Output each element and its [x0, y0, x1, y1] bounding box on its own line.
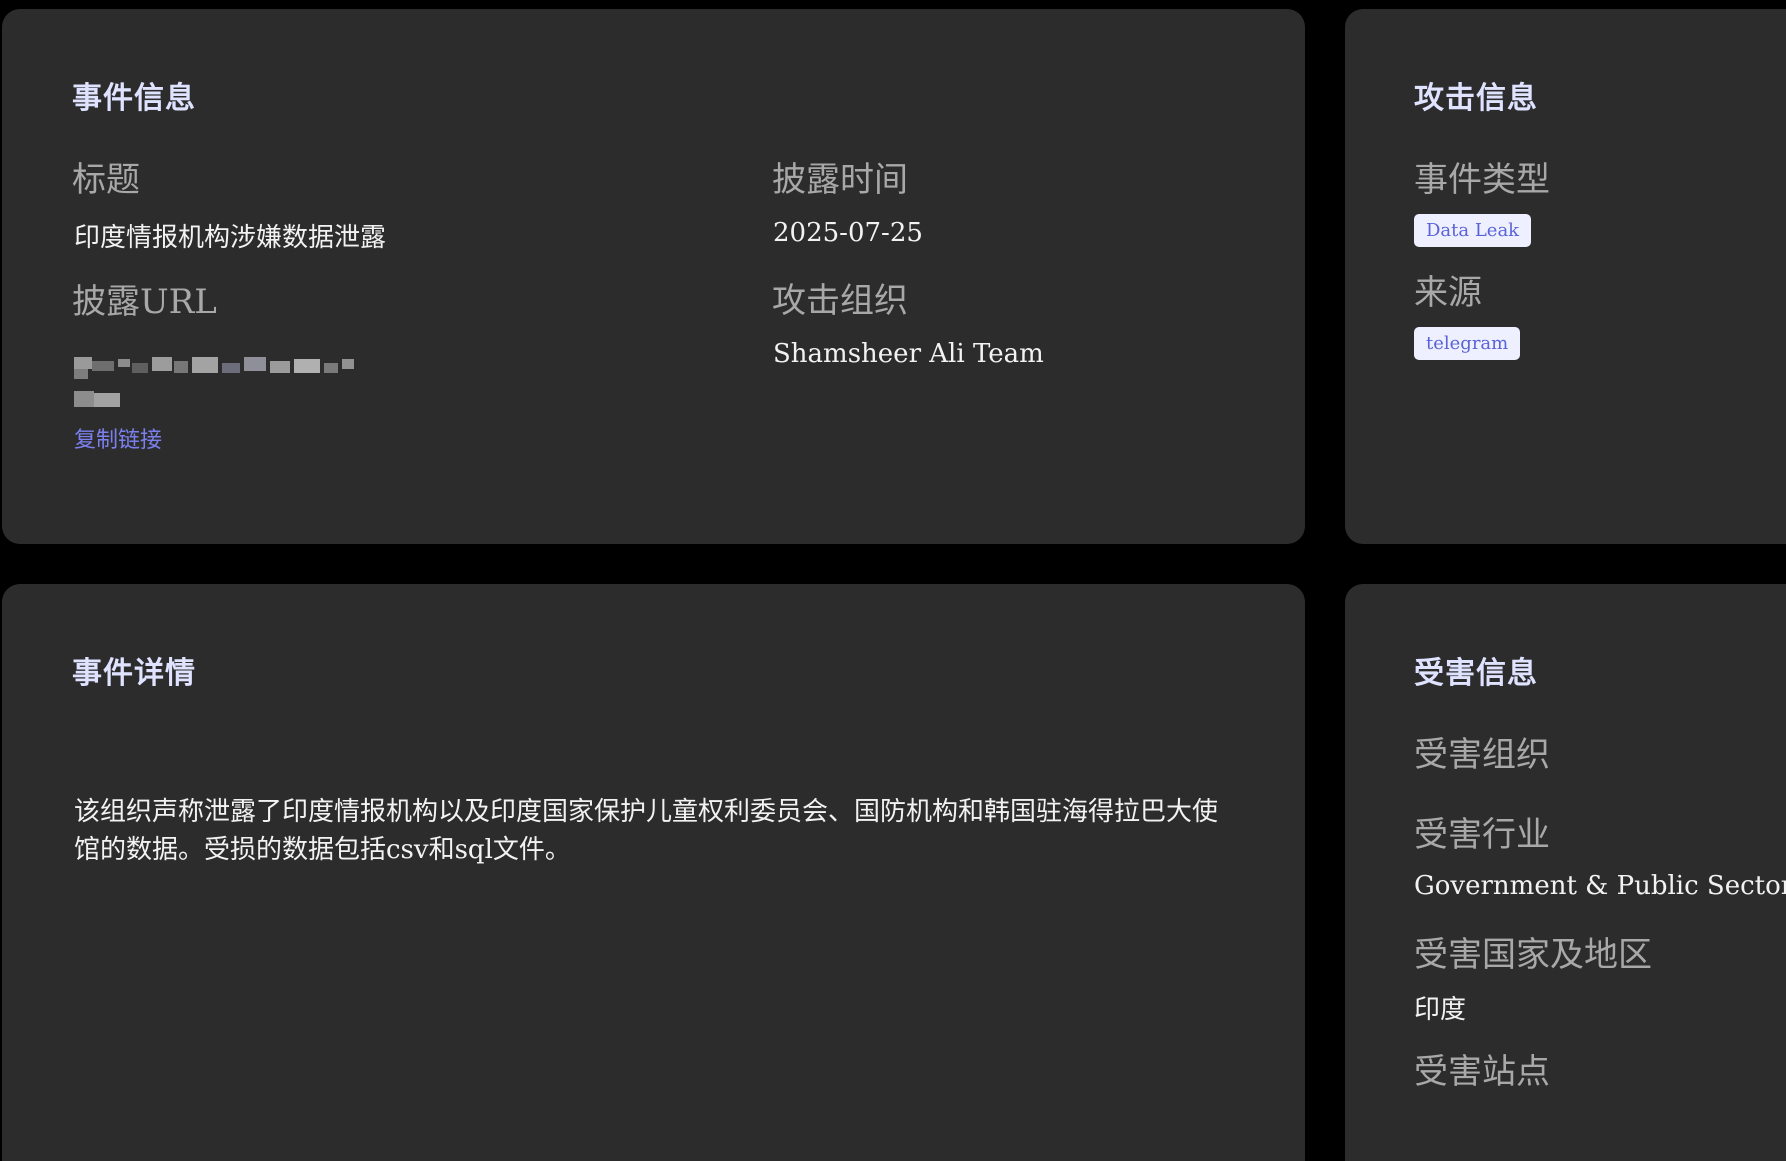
source-tag: telegram	[1414, 327, 1521, 360]
event-type-tag: Data Leak	[1414, 214, 1532, 247]
victim-site-label: 受害站点	[1414, 1052, 1550, 1092]
disclosure-time-label: 披露时间	[772, 160, 908, 200]
disclosure-time-value: 2025-07-25	[773, 218, 923, 248]
event-info-title: 事件信息	[72, 81, 196, 116]
copy-link-button[interactable]: 复制链接	[74, 422, 162, 454]
title-label: 标题	[72, 160, 140, 200]
event-type-label: 事件类型	[1414, 160, 1550, 200]
victim-industry-label: 受害行业	[1414, 815, 1550, 855]
event-detail-card: 事件详情 该组织声称泄露了印度情报机构以及印度国家保护儿童权利委员会、国防机构和…	[2, 584, 1305, 1161]
event-info-card: 事件信息 标题 印度情报机构涉嫌数据泄露 披露时间 2025-07-25 披露U…	[2, 9, 1305, 544]
victim-industry-value: Government & Public Sector	[1414, 871, 1786, 901]
redacted-url[interactable]	[74, 357, 374, 417]
title-value: 印度情报机构涉嫌数据泄露	[74, 223, 387, 253]
attack-info-card: 攻击信息 事件类型 Data Leak 来源 telegram	[1345, 9, 1786, 544]
victim-info-card: 受害信息 受害组织 受害行业 Government & Public Secto…	[1345, 584, 1786, 1161]
disclosure-url-label: 披露URL	[72, 282, 217, 322]
attack-group-label: 攻击组织	[772, 281, 908, 321]
victim-info-title: 受害信息	[1414, 656, 1538, 691]
source-label: 来源	[1414, 273, 1482, 313]
event-detail-title: 事件详情	[72, 656, 196, 691]
victim-region-label: 受害国家及地区	[1414, 935, 1652, 975]
attack-info-title: 攻击信息	[1414, 81, 1538, 116]
event-detail-description: 该组织声称泄露了印度情报机构以及印度国家保护儿童权利委员会、国防机构和韩国驻海得…	[74, 797, 1219, 865]
victim-org-label: 受害组织	[1414, 735, 1550, 775]
victim-region-value: 印度	[1414, 995, 1467, 1025]
attack-group-value: Shamsheer Ali Team	[773, 339, 1044, 369]
